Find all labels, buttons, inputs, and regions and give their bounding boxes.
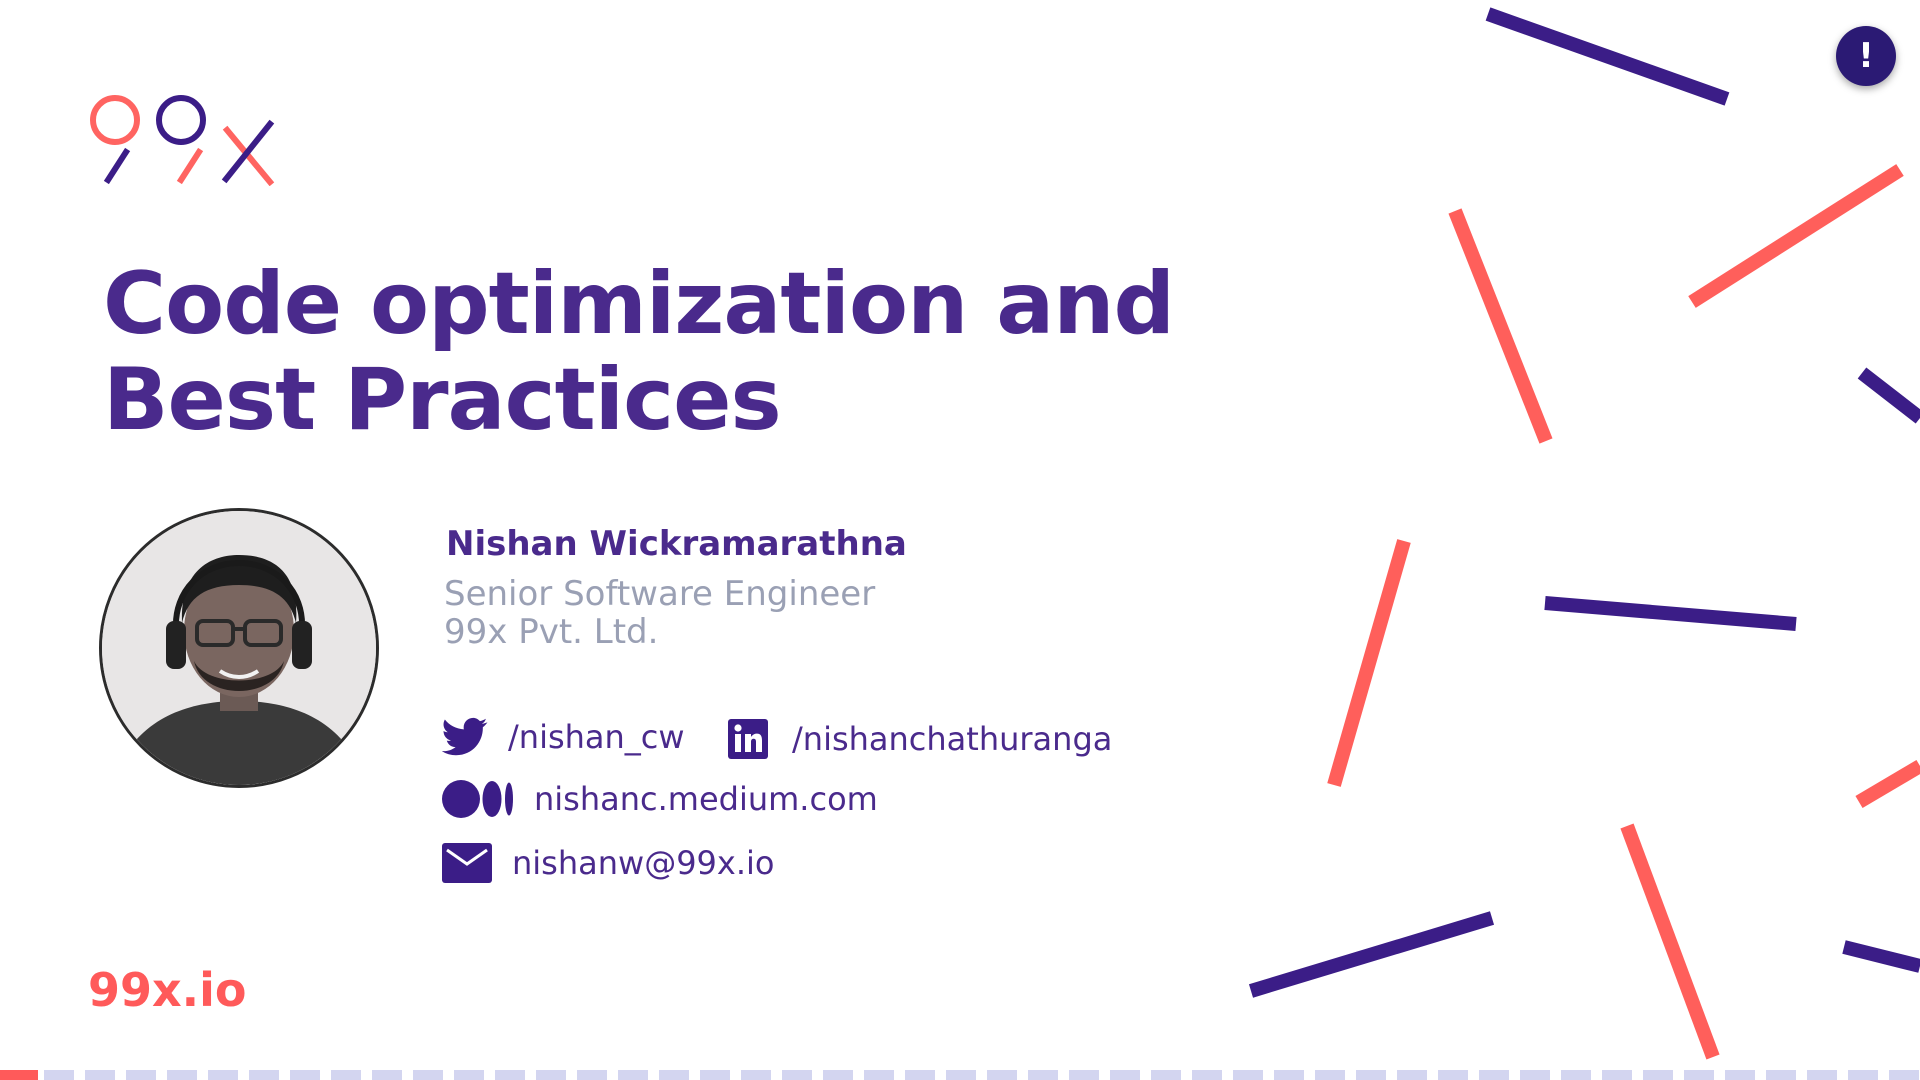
progress-dash — [1602, 1070, 1632, 1080]
deco-line — [1248, 911, 1495, 998]
progress-dash — [823, 1070, 853, 1080]
progress-dash — [1479, 1070, 1509, 1080]
progress-dash — [1520, 1070, 1550, 1080]
progress-dash — [1848, 1070, 1878, 1080]
linkedin-handle: /nishanchathuranga — [792, 720, 1113, 758]
progress-dash — [946, 1070, 976, 1080]
progress-dash — [208, 1070, 238, 1080]
progress-dash — [331, 1070, 361, 1080]
speaker-role: Senior Software Engineer — [444, 574, 876, 614]
progress-dash — [1807, 1070, 1837, 1080]
progress-dash — [1684, 1070, 1714, 1080]
medium-url: nishanc.medium.com — [534, 780, 878, 818]
progress-dash — [167, 1070, 197, 1080]
progress-dash — [987, 1070, 1017, 1080]
progress-dash — [782, 1070, 812, 1080]
medium-icon — [442, 780, 513, 818]
progress-dash — [618, 1070, 648, 1080]
speaker-name: Nishan Wickramarathna — [446, 524, 907, 564]
progress-dash — [741, 1070, 771, 1080]
email-address: nishanw@99x.io — [512, 844, 775, 882]
progress-dash — [1274, 1070, 1304, 1080]
slide-progress-bar[interactable] — [0, 1070, 1920, 1080]
progress-dash — [249, 1070, 279, 1080]
footer-website[interactable]: 99x.io — [88, 962, 247, 1018]
deco-line — [1544, 596, 1797, 631]
progress-dash — [536, 1070, 566, 1080]
linkedin-contact[interactable]: /nishanchathuranga — [728, 716, 1112, 762]
progress-dash — [1110, 1070, 1140, 1080]
progress-dash — [1028, 1070, 1058, 1080]
progress-dash — [1397, 1070, 1427, 1080]
progress-dash — [700, 1070, 730, 1080]
deco-line — [1620, 823, 1720, 1060]
alert-button[interactable]: ! — [1836, 26, 1896, 86]
progress-dash — [1233, 1070, 1263, 1080]
progress-dash — [126, 1070, 156, 1080]
deco-line — [1855, 759, 1920, 809]
slide-title: Code optimization and Best Practices — [103, 256, 1203, 448]
progress-fill — [0, 1070, 38, 1080]
progress-dash — [864, 1070, 894, 1080]
speaker-company: 99x Pvt. Ltd. — [444, 612, 659, 652]
progress-dash — [905, 1070, 935, 1080]
progress-dashes — [44, 1070, 1919, 1080]
progress-dash — [1561, 1070, 1591, 1080]
mail-icon — [442, 843, 492, 883]
deco-line — [1857, 367, 1920, 424]
progress-dash — [1766, 1070, 1796, 1080]
deco-line — [1485, 7, 1730, 106]
progress-dash — [1643, 1070, 1673, 1080]
deco-line — [1327, 539, 1411, 787]
speaker-photo — [102, 511, 376, 785]
progress-dash — [495, 1070, 525, 1080]
progress-dash — [1889, 1070, 1919, 1080]
slide: Code optimization and Best Practices Nis… — [0, 0, 1920, 1080]
deco-line — [1448, 208, 1553, 444]
progress-dash — [1192, 1070, 1222, 1080]
progress-dash — [44, 1070, 74, 1080]
progress-dash — [413, 1070, 443, 1080]
medium-contact[interactable]: nishanc.medium.com — [442, 776, 878, 822]
progress-dash — [1315, 1070, 1345, 1080]
title-line-2: Best Practices — [103, 350, 782, 450]
company-logo — [90, 95, 275, 186]
progress-dash — [290, 1070, 320, 1080]
progress-dash — [454, 1070, 484, 1080]
progress-dash — [1069, 1070, 1099, 1080]
twitter-handle: /nishan_cw — [508, 718, 685, 756]
deco-line — [1842, 940, 1920, 973]
twitter-icon — [442, 717, 488, 756]
progress-dash — [1438, 1070, 1468, 1080]
progress-dash — [1356, 1070, 1386, 1080]
twitter-contact[interactable]: /nishan_cw — [442, 714, 685, 760]
deco-line — [1688, 164, 1904, 308]
speaker-avatar — [99, 508, 379, 788]
progress-dash — [1151, 1070, 1181, 1080]
progress-dash — [1725, 1070, 1755, 1080]
progress-dash — [659, 1070, 689, 1080]
title-line-1: Code optimization and — [103, 254, 1175, 354]
progress-dash — [372, 1070, 402, 1080]
exclamation-icon: ! — [1858, 36, 1874, 76]
linkedin-icon — [728, 719, 768, 759]
email-contact[interactable]: nishanw@99x.io — [442, 840, 774, 886]
progress-dash — [577, 1070, 607, 1080]
progress-dash — [85, 1070, 115, 1080]
